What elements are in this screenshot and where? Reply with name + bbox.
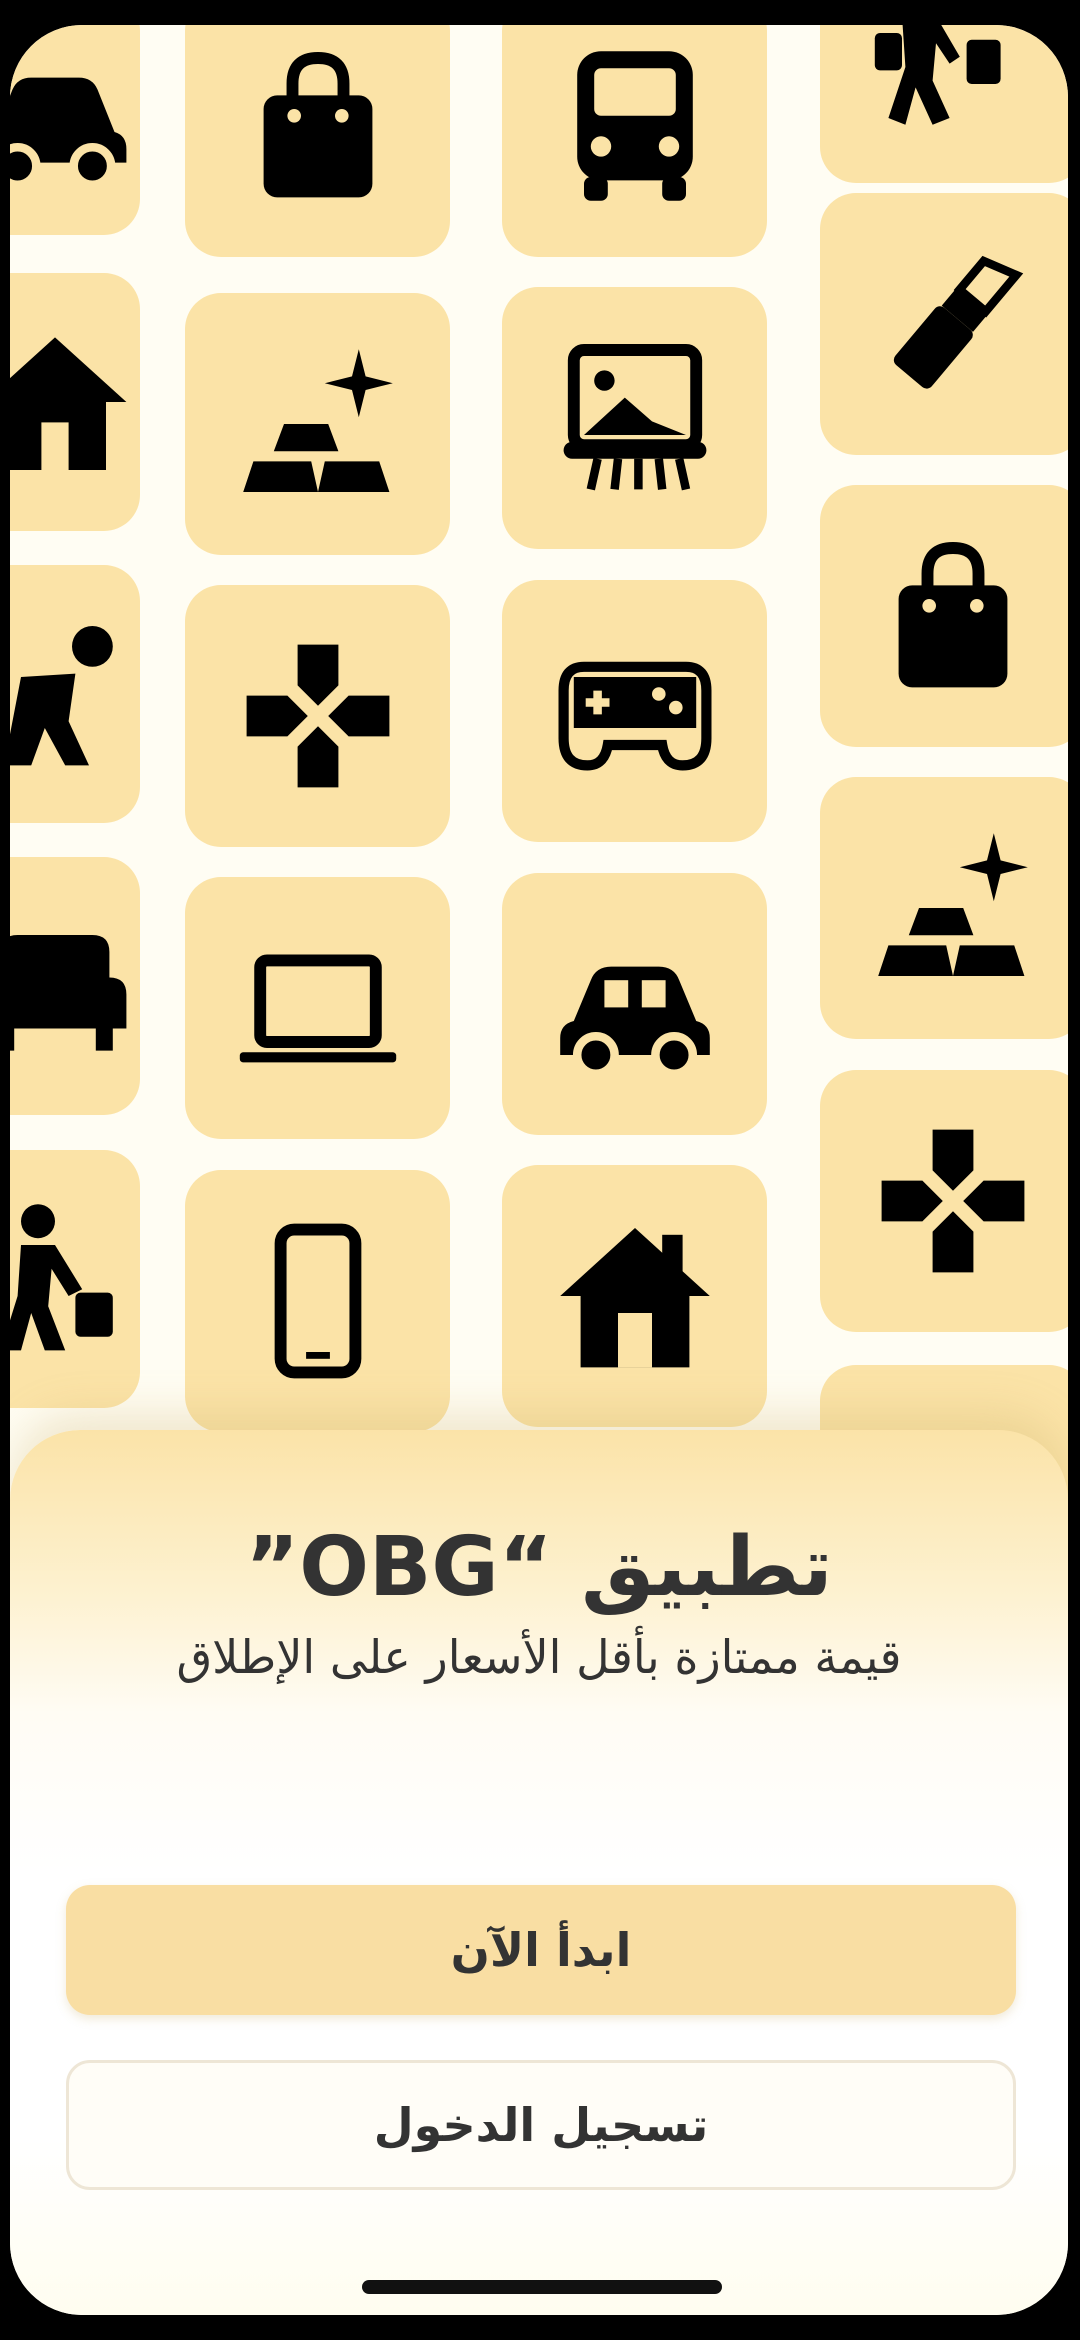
gold-bars-icon [242,349,393,492]
welcome-sheet: تطبيق “OBG” قيمة ممتازة بأقل الأسعار على… [10,1430,1068,2315]
tile-shopping-bag-2 [820,485,1068,747]
phone-icon [274,1223,361,1379]
picture-cleaning-icon [563,344,706,491]
tile-picture-cleaning [502,287,767,549]
gamepad-icon [558,661,711,771]
tile-phone [185,1170,450,1432]
tile-gold-bars-2 [820,777,1068,1039]
dpad-icon [246,644,389,788]
tile-laptop [185,877,450,1139]
house-icon [10,337,127,470]
tile-lipstick [820,193,1068,455]
tile-shopper [10,1150,140,1408]
tile-worker [10,565,140,823]
tile-house-2 [502,1165,767,1427]
laptop-icon [239,954,396,1063]
car-icon [559,966,710,1078]
screen: تطبيق “OBG” قيمة ممتازة بأقل الأسعار على… [10,25,1068,2315]
shopping-bag-icon [898,542,1007,688]
app-title: تطبيق “OBG” [245,1520,833,1615]
lipstick-icon [893,255,1023,389]
home-indicator[interactable] [362,2280,722,2294]
app-subtitle: قيمة ممتازة بأقل الأسعار على الإطلاق [176,1630,902,1684]
gold-bars-icon [877,833,1028,976]
tile-gamepad [502,580,767,842]
tile-bus [502,25,767,257]
start-now-button[interactable]: ابدأ الآن [66,1885,1016,2015]
car-icon [10,77,127,189]
tile-shopper-2 [820,25,1068,183]
shopper-icon [10,1204,113,1351]
sofa-icon [10,935,127,1051]
tile-gold-bars [185,293,450,555]
tile-car [10,25,140,235]
shopper-icon [874,25,1001,125]
tile-sofa [10,857,140,1115]
worker-icon [10,626,113,766]
tile-dpad-2 [820,1070,1068,1332]
house-icon [559,1228,710,1368]
tile-dpad [185,585,450,847]
login-button[interactable]: تسجيل الدخول [66,2060,1016,2190]
tile-house [10,273,140,531]
shopping-bag-icon [263,52,372,198]
tile-car-2 [502,873,767,1135]
tile-shopping-bag [185,25,450,257]
bus-icon [576,51,693,201]
dpad-icon [881,1129,1024,1273]
